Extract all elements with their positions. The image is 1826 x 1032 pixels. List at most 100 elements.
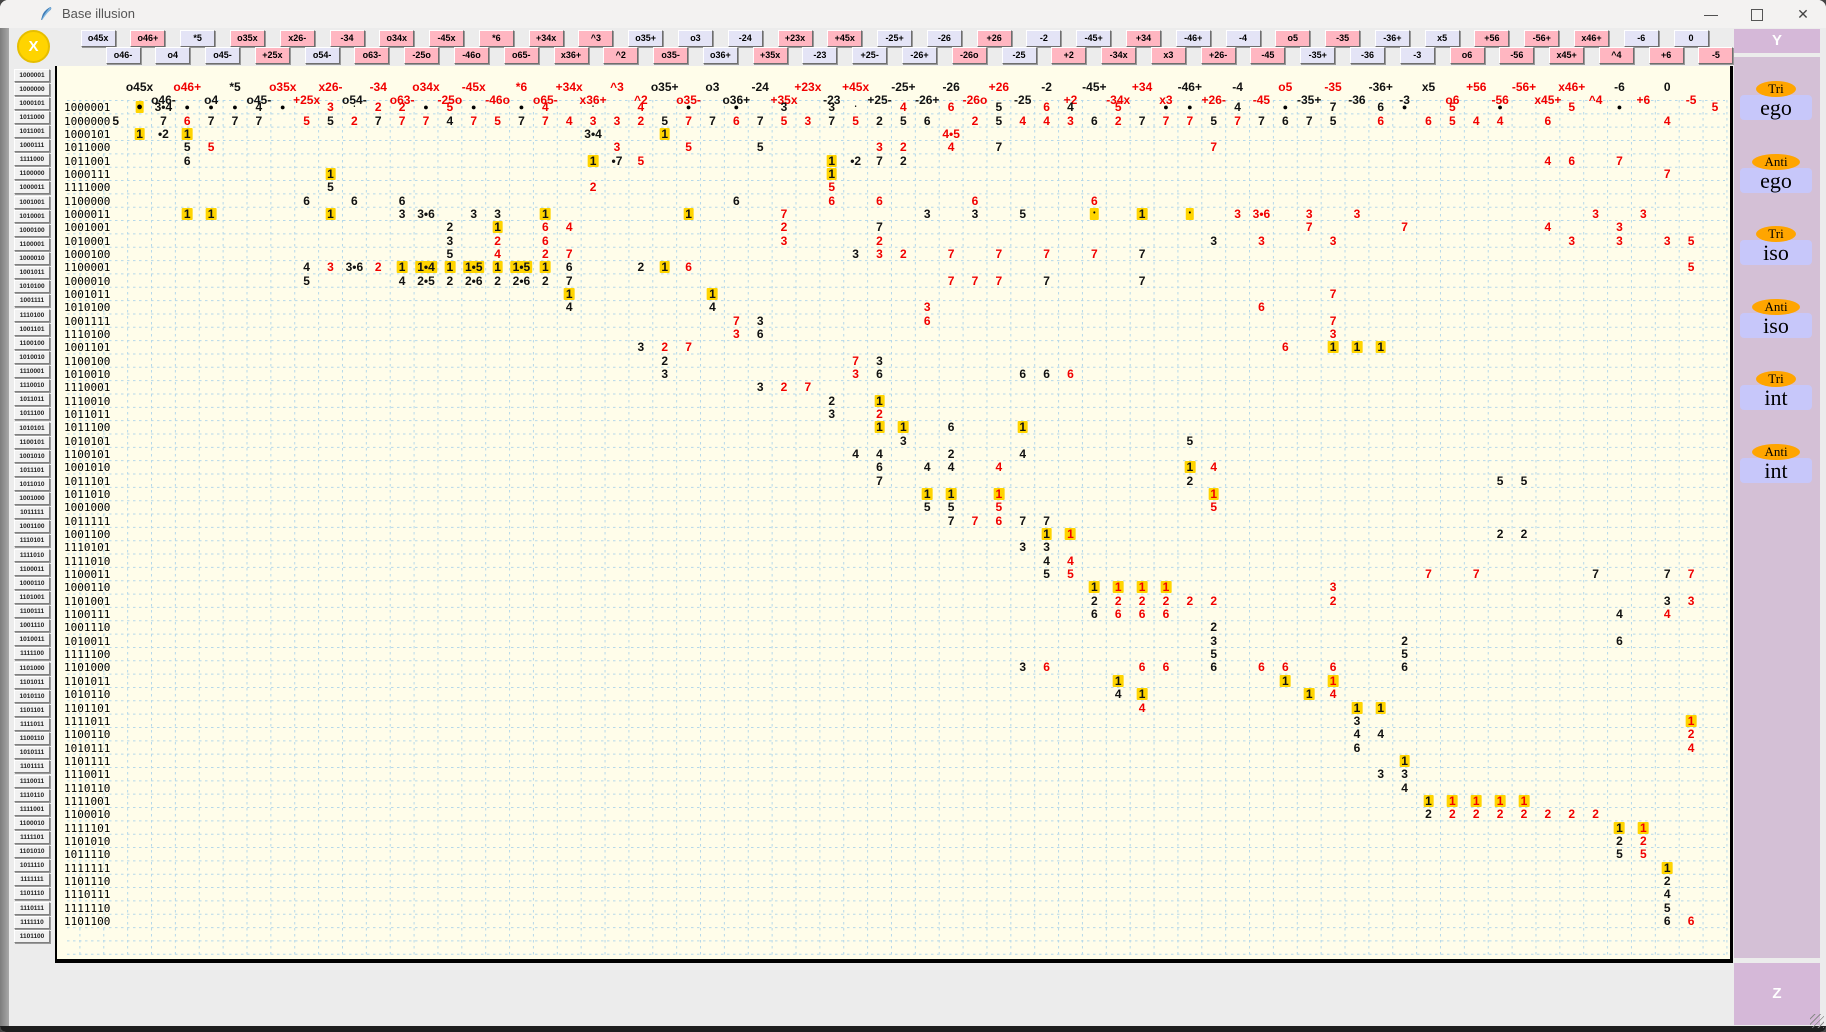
toolbar-button-x45+[interactable]: x45+ (1549, 47, 1584, 64)
toolbar-button-+25x[interactable]: +25x (255, 47, 290, 64)
row-button-1101111[interactable]: 1101111 (14, 760, 50, 773)
toolbar-button--35[interactable]: -35 (1325, 30, 1360, 47)
toolbar-button-o35-[interactable]: o35- (653, 47, 688, 64)
row-button-1100100[interactable]: 1100100 (14, 337, 50, 350)
toolbar-button--36[interactable]: -36 (1350, 47, 1385, 64)
toolbar-button--56+[interactable]: -56+ (1524, 30, 1559, 47)
row-button-1011110[interactable]: 1011110 (14, 859, 50, 872)
anti-int-tag-button[interactable]: Anti (1752, 444, 1799, 460)
row-button-1001011[interactable]: 1001011 (14, 266, 50, 279)
row-button-1000000[interactable]: 1000000 (14, 83, 50, 96)
toolbar-button--24[interactable]: -24 (728, 30, 763, 47)
row-button-1010100[interactable]: 1010100 (14, 280, 50, 293)
tri-ego-button[interactable]: ego (1740, 95, 1812, 120)
toolbar-button--3[interactable]: -3 (1400, 47, 1435, 64)
anti-iso-button[interactable]: iso (1740, 313, 1812, 338)
toolbar-button-^4[interactable]: ^4 (1599, 47, 1634, 64)
row-button-1010011[interactable]: 1010011 (14, 633, 50, 646)
row-button-1101001[interactable]: 1101001 (14, 591, 50, 604)
toolbar-button--25o[interactable]: -25o (404, 47, 439, 64)
row-button-1010010[interactable]: 1010010 (14, 351, 50, 364)
toolbar-button-+35x[interactable]: +35x (753, 47, 788, 64)
row-button-1100110[interactable]: 1100110 (14, 732, 50, 745)
row-button-1110010[interactable]: 1110010 (14, 379, 50, 392)
toolbar-button--5[interactable]: -5 (1698, 47, 1733, 64)
x-axis-button[interactable]: X (17, 30, 50, 63)
toolbar-button-x5[interactable]: x5 (1425, 30, 1460, 47)
toolbar-button-+25-[interactable]: +25- (852, 47, 887, 64)
toolbar-button--26o[interactable]: -26o (952, 47, 987, 64)
minimize-button[interactable]: — (1688, 0, 1734, 28)
toolbar-button-+26-[interactable]: +26- (1201, 47, 1236, 64)
toolbar-button--35+[interactable]: -35+ (1300, 47, 1335, 64)
row-button-1110100[interactable]: 1110100 (14, 309, 50, 322)
toolbar-button-o5[interactable]: o5 (1275, 30, 1310, 47)
toolbar-button-o35+[interactable]: o35+ (628, 30, 663, 47)
row-button-1001110[interactable]: 1001110 (14, 619, 50, 632)
row-button-1001010[interactable]: 1001010 (14, 450, 50, 463)
toolbar-button--46+[interactable]: -46+ (1176, 30, 1211, 47)
toolbar-button--23[interactable]: -23 (802, 47, 837, 64)
row-button-1110111[interactable]: 1110111 (14, 902, 50, 915)
row-button-1001101[interactable]: 1001101 (14, 323, 50, 336)
row-button-1011111[interactable]: 1011111 (14, 506, 50, 519)
toolbar-button-*6[interactable]: *6 (479, 30, 514, 47)
row-button-1101110[interactable]: 1101110 (14, 887, 50, 900)
row-button-1111001[interactable]: 1111001 (14, 803, 50, 816)
close-button[interactable]: ✕ (1780, 0, 1826, 28)
toolbar-button-x46+[interactable]: x46+ (1574, 30, 1609, 47)
toolbar-button--34x[interactable]: -34x (1101, 47, 1136, 64)
toolbar-button--25+[interactable]: -25+ (877, 30, 912, 47)
toolbar-button-+26[interactable]: +26 (977, 30, 1012, 47)
toolbar-button-^2[interactable]: ^2 (603, 47, 638, 64)
toolbar-button-+2[interactable]: +2 (1051, 47, 1086, 64)
row-button-1000011[interactable]: 1000011 (14, 181, 50, 194)
row-button-1010101[interactable]: 1010101 (14, 422, 50, 435)
toolbar-button-o65-[interactable]: o65- (504, 47, 539, 64)
anti-ego-button[interactable]: ego (1740, 168, 1812, 193)
row-button-1000101[interactable]: 1000101 (14, 97, 50, 110)
toolbar-button-o54-[interactable]: o54- (305, 47, 340, 64)
toolbar-button-o34x[interactable]: o34x (379, 30, 414, 47)
row-button-1111000[interactable]: 1111000 (14, 153, 50, 166)
tri-iso-button[interactable]: iso (1740, 240, 1812, 265)
toolbar-button-0[interactable]: 0 (1674, 30, 1709, 47)
row-button-1001100[interactable]: 1001100 (14, 520, 50, 533)
toolbar-button-+6[interactable]: +6 (1649, 47, 1684, 64)
tri-iso-tag-button[interactable]: Tri (1756, 226, 1795, 242)
row-button-1000001[interactable]: 1000001 (14, 69, 50, 82)
plot-canvas[interactable]: o45xo46+*5o35xx26--34o34x-45x*6+34x^3o35… (55, 66, 1733, 963)
row-button-1100000[interactable]: 1100000 (14, 167, 50, 180)
toolbar-button-o45x[interactable]: o45x (81, 30, 116, 47)
toolbar-button--45x[interactable]: -45x (429, 30, 464, 47)
toolbar-button--36+[interactable]: -36+ (1375, 30, 1410, 47)
row-button-1000111[interactable]: 1000111 (14, 139, 50, 152)
anti-iso-tag-button[interactable]: Anti (1752, 299, 1799, 315)
toolbar-button--45+[interactable]: -45+ (1076, 30, 1111, 47)
row-button-1011100[interactable]: 1011100 (14, 407, 50, 420)
toolbar-button-+34x[interactable]: +34x (529, 30, 564, 47)
toolbar-button-o63-[interactable]: o63- (354, 47, 389, 64)
anti-ego-tag-button[interactable]: Anti (1752, 154, 1799, 170)
anti-int-button[interactable]: int (1740, 458, 1812, 483)
row-button-1111010[interactable]: 1111010 (14, 549, 50, 562)
toolbar-button--4[interactable]: -4 (1226, 30, 1261, 47)
toolbar-button-o4[interactable]: o4 (155, 47, 190, 64)
row-button-1100010[interactable]: 1100010 (14, 817, 50, 830)
row-button-1110011[interactable]: 1110011 (14, 775, 50, 788)
row-button-1001111[interactable]: 1001111 (14, 294, 50, 307)
toolbar-button--25[interactable]: -25 (1002, 47, 1037, 64)
toolbar-button-+34[interactable]: +34 (1126, 30, 1161, 47)
toolbar-button-o35x[interactable]: o35x (230, 30, 265, 47)
toolbar-button-o46-[interactable]: o46- (106, 47, 141, 64)
toolbar-button-^3[interactable]: ^3 (578, 30, 613, 47)
tri-ego-tag-button[interactable]: Tri (1756, 81, 1795, 97)
toolbar-button--56[interactable]: -56 (1499, 47, 1534, 64)
maximize-button[interactable] (1734, 0, 1780, 28)
toolbar-button-o3[interactable]: o3 (678, 30, 713, 47)
row-button-1000100[interactable]: 1000100 (14, 224, 50, 237)
row-button-1010001[interactable]: 1010001 (14, 210, 50, 223)
row-button-1110110[interactable]: 1110110 (14, 789, 50, 802)
row-button-1010110[interactable]: 1010110 (14, 690, 50, 703)
row-button-1101101[interactable]: 1101101 (14, 704, 50, 717)
